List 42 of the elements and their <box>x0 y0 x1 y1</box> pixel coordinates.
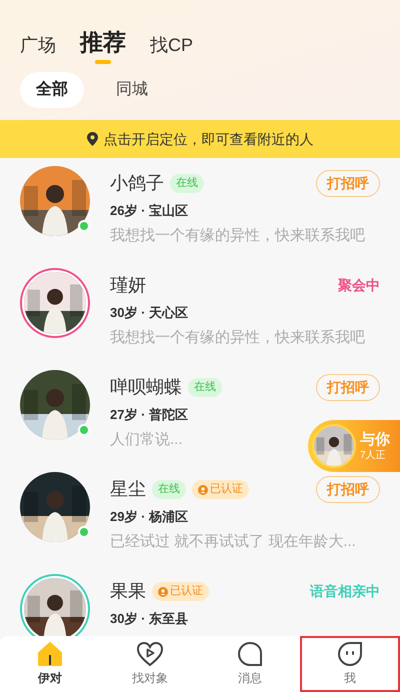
live-title: 与你 <box>360 432 390 446</box>
heart-play-icon <box>136 641 164 667</box>
online-tag: 在线 <box>152 480 186 499</box>
user-name: 小鸽子 <box>110 172 164 195</box>
user-name: 瑾妍 <box>110 274 146 297</box>
location-banner[interactable]: 点击开启定位，即可查看附近的人 <box>0 120 400 158</box>
person-badge-icon <box>198 484 208 494</box>
user-info: 30岁 · 天心区 <box>110 304 188 322</box>
nav-tab[interactable]: 我 <box>300 636 400 692</box>
user-info: 26岁 · 宝山区 <box>110 202 188 220</box>
filter-chip[interactable]: 全部 <box>20 72 84 108</box>
status-label: 语音相亲中 <box>310 582 380 601</box>
banner-text: 点击开启定位，即可查看附近的人 <box>104 130 314 148</box>
nav-tab[interactable]: 伊对 <box>0 636 100 692</box>
online-tag: 在线 <box>170 174 204 193</box>
user-info: 30岁 · 东至县 <box>110 610 188 628</box>
user-info: 27岁 · 普陀区 <box>110 406 188 424</box>
user-bio: 我想找一个有缘的异性，快来联系我吧 <box>110 328 365 348</box>
user-info: 29岁 · 杨浦区 <box>110 508 188 526</box>
status-label: 聚会中 <box>338 276 380 295</box>
live-subtitle: 7人正 <box>360 450 387 460</box>
tab-indicator <box>95 60 111 64</box>
chat-bubble-icon <box>237 641 263 667</box>
top-tab[interactable]: 找CP <box>150 36 194 56</box>
home-icon <box>37 641 63 667</box>
top-tab[interactable]: 广场 <box>20 36 56 56</box>
person-badge-icon <box>158 586 168 596</box>
online-tag: 在线 <box>188 378 222 397</box>
user-bio: 我想找一个有缘的异性，快来联系我吧 <box>110 226 365 246</box>
nav-tab[interactable]: 消息 <box>200 636 300 692</box>
map-pin-icon <box>86 132 98 146</box>
user-bio: 人们常说... <box>110 430 183 450</box>
top-tab[interactable]: 推荐 <box>80 31 126 56</box>
profile-face-icon <box>337 641 363 667</box>
nav-tab[interactable]: 找对象 <box>100 636 200 692</box>
user-name: 果果 <box>110 580 146 603</box>
filter-chip[interactable]: 同城 <box>100 72 164 108</box>
user-name: 啴呗蝴蝶 <box>110 376 182 399</box>
user-bio: 已经试过 就不再试试了 现在年龄大... <box>110 532 356 552</box>
verified-tag: 已认证 <box>152 582 209 601</box>
user-name: 星尘 <box>110 478 146 501</box>
verified-tag: 已认证 <box>192 480 249 499</box>
